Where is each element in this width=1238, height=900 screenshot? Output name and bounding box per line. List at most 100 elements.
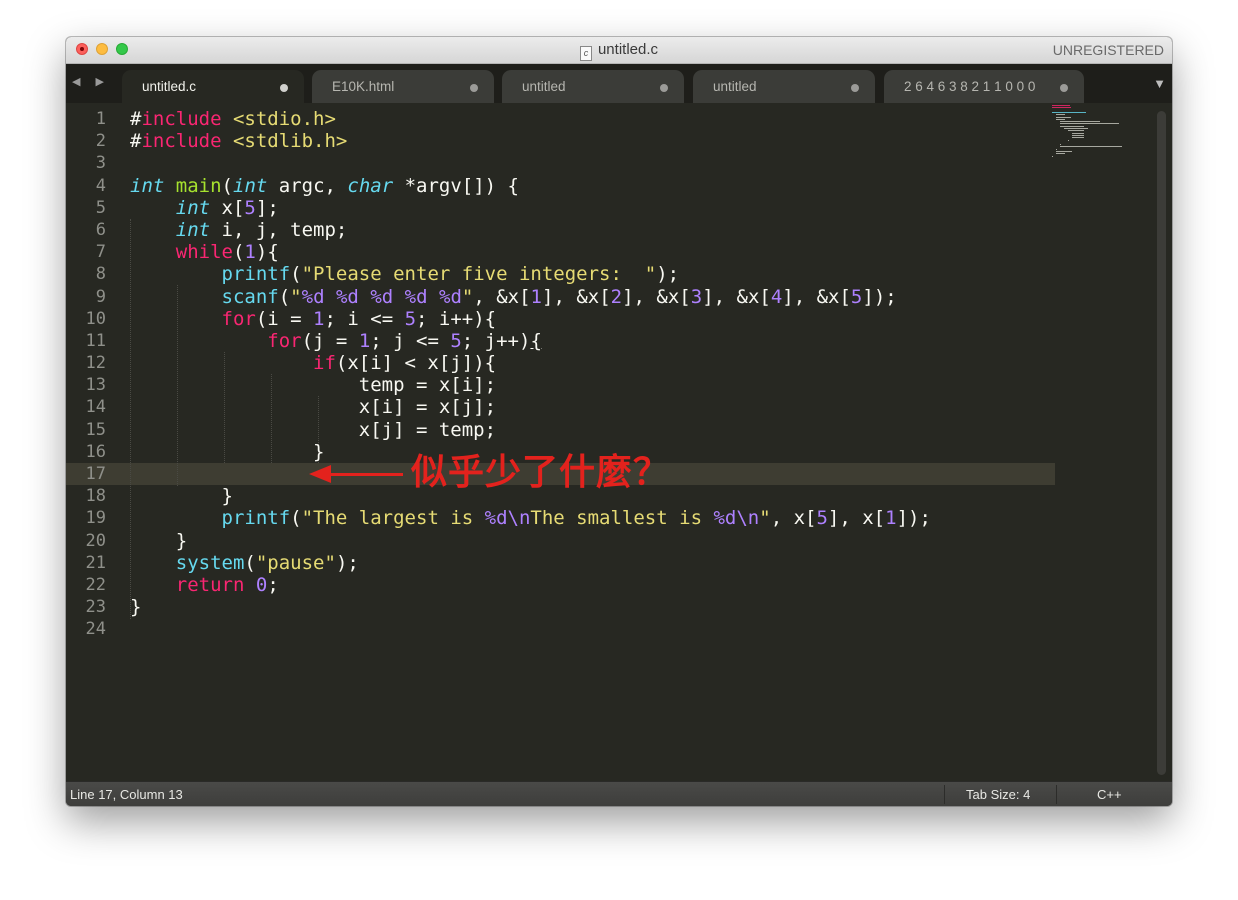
title-bar: c untitled.c UNREGISTERED <box>66 37 1172 64</box>
line-number: 18 <box>85 486 106 507</box>
line-number: 3 <box>95 153 106 174</box>
code-line[interactable]: #include <stdlib.h> <box>130 130 1060 152</box>
unsaved-dot-icon[interactable] <box>1060 84 1068 92</box>
window-title: c untitled.c <box>66 37 1172 63</box>
minimap-line <box>1056 151 1072 152</box>
minimap-line <box>1068 139 1069 141</box>
code-line[interactable]: #include <stdio.h> <box>130 108 1060 130</box>
code-line[interactable]: while(1){ <box>130 241 1060 263</box>
status-bar: Line 17, Column 13 Tab Size: 4 C++ <box>66 781 1172 806</box>
line-number: 23 <box>85 597 106 618</box>
minimap-line <box>1056 153 1065 155</box>
minimap-line <box>1052 111 1086 113</box>
line-number: 20 <box>85 530 106 551</box>
line-number: 8 <box>95 264 106 285</box>
line-number: 4 <box>95 175 106 196</box>
line-number: 21 <box>85 552 106 573</box>
tab-bar: ◀ ▶ untitled.c E10K.html untitled untitl… <box>66 64 1172 103</box>
code-line[interactable]: for(j = 1; j <= 5; j++){ <box>130 330 1060 352</box>
syntax-selector[interactable]: C++ <box>1097 782 1122 806</box>
line-number: 6 <box>95 219 106 240</box>
code-line[interactable]: x[i] = x[j]; <box>130 396 1060 418</box>
line-number: 17 <box>85 464 106 484</box>
line-number: 13 <box>85 375 106 396</box>
tab-size-selector[interactable]: Tab Size: 4 <box>966 782 1030 806</box>
minimap-line <box>1052 155 1053 157</box>
line-number-gutter: 1 2 3 4 5 6 7 8 9 10 11 12 13 14 15 16 1… <box>66 108 106 641</box>
code-line[interactable]: printf("Please enter five integers: "); <box>130 263 1060 285</box>
tab-label: untitled <box>522 79 566 94</box>
unsaved-dot-icon[interactable] <box>660 84 668 92</box>
line-number: 9 <box>95 286 106 307</box>
code-text[interactable]: #include <stdio.h> #include <stdlib.h> int… <box>130 108 1060 641</box>
minimap-line <box>1072 134 1084 136</box>
code-line[interactable]: for(i = 1; i <= 5; i++){ <box>130 308 1060 330</box>
vertical-scrollbar[interactable] <box>1157 111 1166 775</box>
code-line[interactable]: } <box>130 596 1060 618</box>
code-line[interactable]: temp = x[i]; <box>130 374 1060 396</box>
line-number: 19 <box>85 508 106 529</box>
editor-window: c untitled.c UNREGISTERED ◀ ▶ untitled.c … <box>66 37 1172 806</box>
code-editor[interactable]: 1 2 3 4 5 6 7 8 9 10 11 12 13 14 15 16 1… <box>66 103 1172 781</box>
cursor-position: Line 17, Column 13 <box>70 787 183 802</box>
window-title-text: untitled.c <box>597 41 659 58</box>
minimap-line <box>1052 105 1070 106</box>
minimap-line <box>1060 125 1084 127</box>
code-line[interactable]: if(x[i] < x[j]){ <box>130 352 1060 374</box>
status-divider <box>1056 785 1057 804</box>
minimap-line <box>1056 148 1057 150</box>
code-line[interactable]: } <box>130 530 1060 552</box>
tab-navigation-arrows-icon[interactable]: ◀ ▶ <box>72 75 110 88</box>
line-number: 22 <box>85 574 106 595</box>
code-line[interactable]: system("pause"); <box>130 552 1060 574</box>
minimap-line <box>1056 118 1065 120</box>
unregistered-label: UNREGISTERED <box>1052 42 1164 58</box>
unsaved-dot-icon[interactable] <box>280 84 288 92</box>
tab-numbers[interactable]: 2 6 4 6 3 8 2 1 1 0 0 0 <box>884 70 1084 103</box>
line-number: 7 <box>95 242 106 263</box>
tab-untitled-2[interactable]: untitled <box>693 70 875 103</box>
code-line[interactable]: int x[5]; <box>130 197 1060 219</box>
minimap-line <box>1068 130 1084 132</box>
tab-untitled-1[interactable]: untitled <box>502 70 684 103</box>
tab-label: untitled <box>713 79 757 94</box>
tab-list-dropdown-icon[interactable]: ▼ <box>1153 76 1166 91</box>
line-number: 1 <box>95 109 106 129</box>
line-number: 12 <box>85 353 106 374</box>
code-line[interactable] <box>130 152 1060 174</box>
line-number: 10 <box>85 308 106 329</box>
minimap-line <box>1064 128 1088 129</box>
unsaved-dot-icon[interactable] <box>470 84 478 92</box>
tab-label: E10K.html <box>332 79 395 94</box>
line-number: 5 <box>95 197 106 218</box>
unsaved-dot-icon[interactable] <box>851 84 859 92</box>
code-line[interactable]: x[j] = temp; <box>130 419 1060 441</box>
line-number: 2 <box>95 131 106 152</box>
minimap-line <box>1060 144 1061 146</box>
code-line[interactable]: int main(int argc, char *argv[]) { <box>130 175 1060 197</box>
tab-label: untitled.c <box>142 79 197 94</box>
code-line[interactable]: scanf("%d %d %d %d %d", &x[1], &x[2], &x… <box>130 286 1060 308</box>
tab-label: 2 6 4 6 3 8 2 1 1 0 0 0 <box>904 79 1036 94</box>
status-divider <box>944 785 945 804</box>
minimap-line <box>1060 123 1119 125</box>
tab-e10k-html[interactable]: E10K.html <box>312 70 494 103</box>
minimap[interactable] <box>1052 105 1144 165</box>
annotation-text: 似乎少了什麼？ <box>411 452 671 493</box>
line-number: 15 <box>85 419 106 440</box>
code-line[interactable]: return 0; <box>130 574 1060 596</box>
tab-untitled-c[interactable]: untitled.c <box>122 70 304 103</box>
code-line[interactable] <box>130 618 1060 640</box>
minimap-line <box>1060 146 1122 148</box>
line-number: 24 <box>85 619 106 640</box>
minimap-line <box>1052 107 1071 109</box>
code-line[interactable]: printf("The largest is %d\nThe smallest … <box>130 507 1060 529</box>
line-number: 14 <box>85 397 106 418</box>
code-line[interactable]: int i, j, temp; <box>130 219 1060 241</box>
minimap-line <box>1056 116 1071 118</box>
minimap-line <box>1072 137 1084 139</box>
line-number: 16 <box>85 441 106 462</box>
c-file-icon: c <box>579 46 592 61</box>
arrow-shaft <box>319 473 403 476</box>
minimap-line <box>1072 132 1084 134</box>
